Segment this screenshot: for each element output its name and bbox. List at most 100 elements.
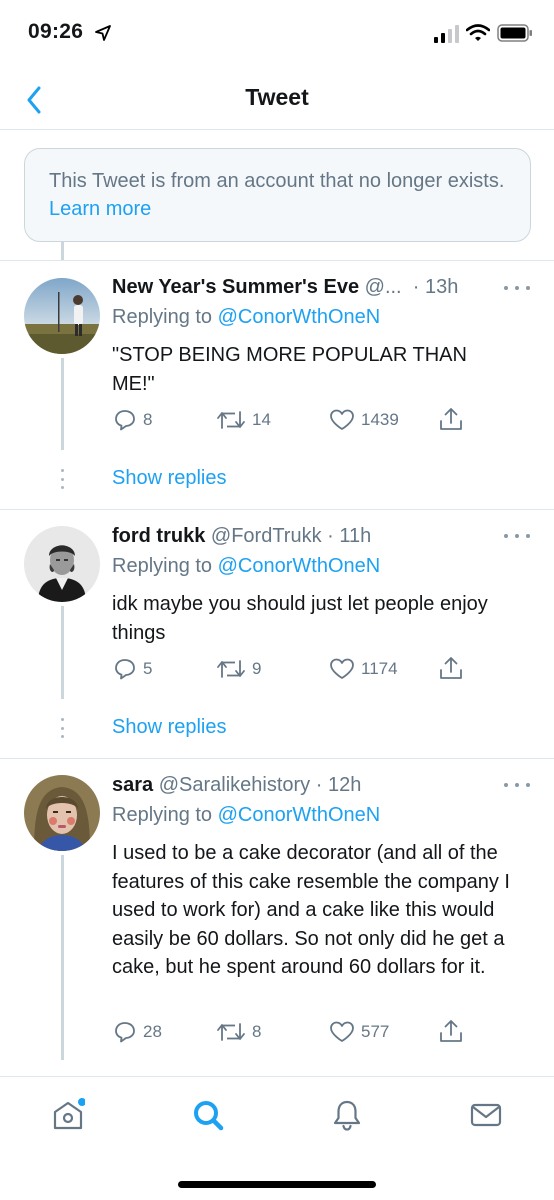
like-icon bbox=[330, 409, 354, 430]
replying-to: Replying to @ConorWthOneN bbox=[112, 804, 380, 827]
replying-label: Replying to bbox=[112, 555, 213, 577]
avatar[interactable] bbox=[24, 526, 100, 602]
like-button[interactable]: 1439 bbox=[329, 408, 399, 432]
tweet-header: sara @Saralikehistory · 12h bbox=[112, 774, 361, 797]
retweet-icon bbox=[217, 411, 245, 429]
tab-home[interactable] bbox=[48, 1095, 88, 1135]
divider bbox=[0, 758, 554, 759]
status-time: 09:26 bbox=[28, 20, 84, 43]
reply-icon bbox=[115, 1022, 135, 1043]
retweet-icon bbox=[217, 660, 245, 678]
avatar-image bbox=[24, 278, 100, 354]
username[interactable]: @FordTrukk bbox=[211, 525, 322, 547]
show-replies-link[interactable]: Show replies bbox=[112, 467, 227, 490]
replying-label: Replying to bbox=[112, 804, 213, 826]
reply-count: 5 bbox=[143, 659, 153, 678]
like-icon bbox=[330, 1021, 354, 1042]
status-bar: 09:26 bbox=[0, 0, 554, 70]
location-arrow-icon bbox=[95, 25, 111, 41]
retweet-button[interactable]: 14 bbox=[216, 408, 271, 432]
separator: · bbox=[327, 525, 334, 547]
show-replies-link[interactable]: Show replies bbox=[112, 716, 227, 739]
tab-search[interactable] bbox=[188, 1095, 228, 1135]
replying-label: Replying to bbox=[112, 306, 213, 328]
display-name[interactable]: New Year's Summer's Eve bbox=[112, 276, 359, 298]
replying-handle[interactable]: @ConorWthOneN bbox=[218, 306, 381, 328]
home-indicator bbox=[178, 1181, 376, 1188]
signal-icon bbox=[434, 25, 459, 43]
replying-handle[interactable]: @ConorWthOneN bbox=[218, 804, 381, 826]
tweet-header: New Year's Summer's Eve @... · 13h bbox=[112, 276, 458, 299]
notice-text: This Tweet is from an account that no lo… bbox=[49, 170, 505, 192]
thread-line bbox=[61, 855, 64, 1060]
reply-count: 28 bbox=[143, 1022, 162, 1041]
more-icon[interactable] bbox=[504, 529, 530, 543]
timestamp: 12h bbox=[327, 774, 362, 796]
share-button[interactable] bbox=[438, 655, 464, 681]
share-icon bbox=[440, 408, 462, 430]
messages-icon bbox=[470, 1103, 502, 1127]
username[interactable]: @Saralikehistory bbox=[159, 774, 310, 796]
reply-button[interactable]: 8 bbox=[113, 408, 152, 432]
divider bbox=[0, 260, 554, 261]
thread-line bbox=[61, 358, 64, 450]
replying-to: Replying to @ConorWthOneN bbox=[112, 555, 380, 578]
like-count: 1174 bbox=[361, 659, 398, 678]
tweet-header: ford trukk @FordTrukk · 11h bbox=[112, 525, 371, 548]
retweet-count: 8 bbox=[252, 1022, 262, 1041]
retweet-count: 9 bbox=[252, 659, 262, 678]
thread-more-dots bbox=[59, 718, 65, 738]
tweet-text: idk maybe you should just let people enj… bbox=[112, 593, 488, 644]
retweet-button[interactable]: 9 bbox=[216, 657, 261, 681]
reply-icon bbox=[115, 410, 135, 431]
timestamp: 13h bbox=[424, 276, 459, 298]
separator: · bbox=[407, 276, 420, 298]
like-button[interactable]: 1174 bbox=[329, 657, 398, 681]
more-icon[interactable] bbox=[504, 778, 530, 792]
divider bbox=[0, 509, 554, 510]
replying-to: Replying to @ConorWthOneN bbox=[112, 306, 380, 329]
home-icon bbox=[53, 1098, 85, 1130]
username[interactable]: @... bbox=[365, 276, 402, 298]
display-name[interactable]: ford trukk bbox=[112, 525, 205, 547]
thread-more-dots bbox=[59, 469, 65, 489]
avatar-image bbox=[24, 775, 100, 851]
timestamp: 11h bbox=[339, 525, 372, 547]
battery-icon bbox=[497, 24, 532, 42]
thread-line bbox=[61, 242, 64, 260]
share-icon bbox=[440, 657, 462, 679]
wifi-icon bbox=[466, 24, 490, 41]
retweet-button[interactable]: 8 bbox=[216, 1020, 261, 1044]
replying-handle[interactable]: @ConorWthOneN bbox=[218, 555, 381, 577]
more-icon[interactable] bbox=[504, 281, 530, 295]
reply-count: 8 bbox=[143, 410, 153, 429]
reply-icon bbox=[115, 659, 135, 680]
tab-notifications[interactable] bbox=[327, 1095, 367, 1135]
learn-more-link[interactable]: Learn more bbox=[49, 198, 151, 220]
separator: · bbox=[315, 774, 323, 796]
retweet-icon bbox=[217, 1023, 245, 1041]
tab-messages[interactable] bbox=[466, 1095, 506, 1135]
avatar[interactable] bbox=[24, 278, 100, 354]
tweet-text: I used to be a cake decorator (and all o… bbox=[112, 842, 510, 978]
search-icon bbox=[194, 1101, 224, 1131]
retweet-count: 14 bbox=[252, 410, 271, 429]
share-button[interactable] bbox=[438, 1018, 464, 1044]
avatar-image bbox=[24, 526, 100, 602]
like-count: 577 bbox=[361, 1022, 390, 1041]
share-icon bbox=[440, 1020, 462, 1042]
thread-line bbox=[61, 606, 64, 699]
notifications-icon bbox=[333, 1100, 361, 1131]
like-icon bbox=[330, 658, 354, 679]
like-button[interactable]: 577 bbox=[329, 1020, 389, 1044]
like-count: 1439 bbox=[361, 410, 399, 429]
share-button[interactable] bbox=[438, 406, 464, 432]
page-title: Tweet bbox=[245, 84, 309, 110]
deleted-account-notice: This Tweet is from an account that no lo… bbox=[24, 148, 531, 242]
reply-button[interactable]: 28 bbox=[113, 1020, 162, 1044]
avatar[interactable] bbox=[24, 775, 100, 851]
display-name[interactable]: sara bbox=[112, 774, 153, 796]
nav-bar: Tweet bbox=[0, 70, 554, 130]
tweet-text: "STOP BEING MORE POPULAR THAN ME!" bbox=[112, 344, 467, 395]
reply-button[interactable]: 5 bbox=[113, 657, 152, 681]
